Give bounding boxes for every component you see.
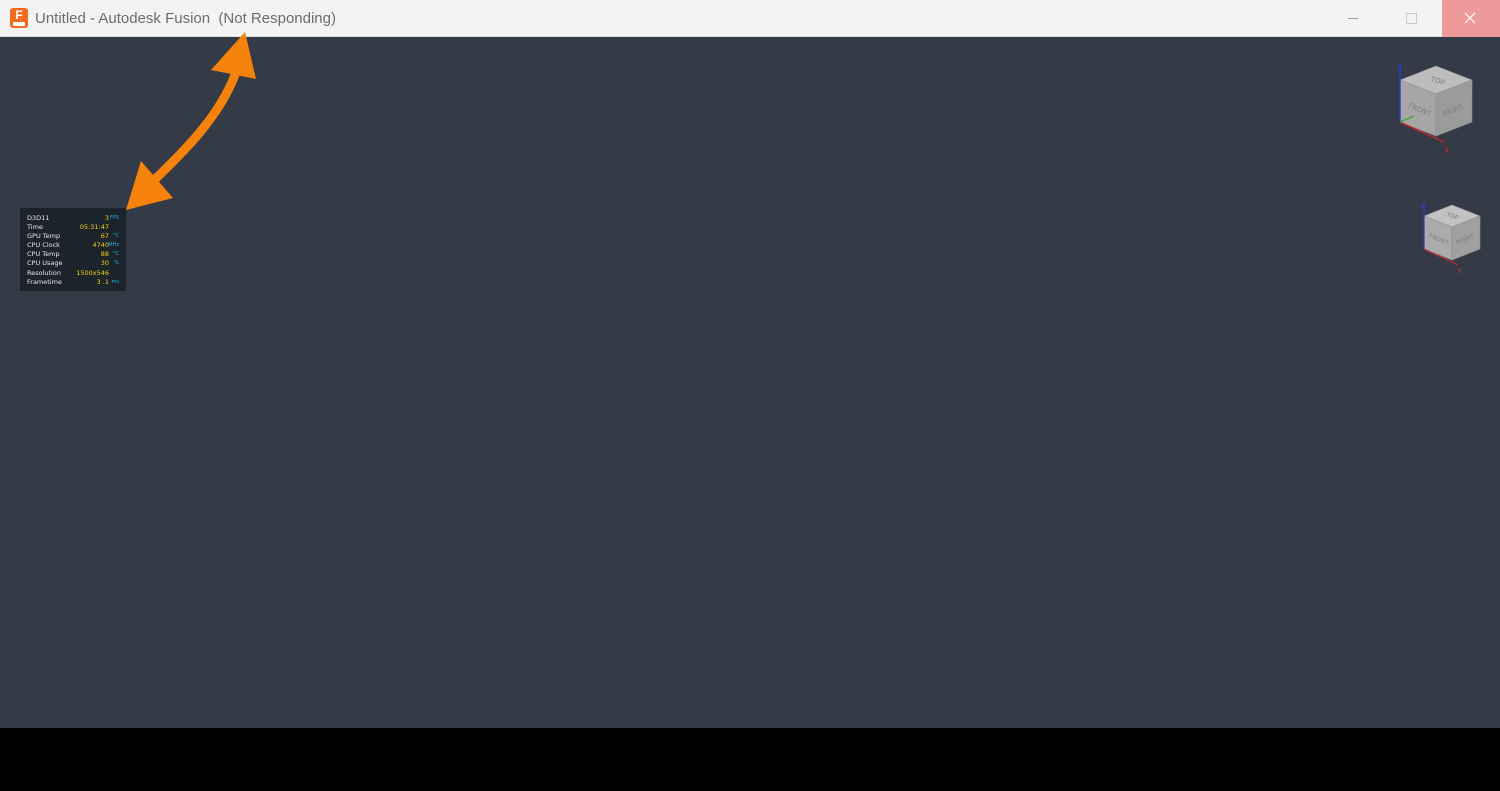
fusion-window: F Untitled - Autodesk Fusion (Not Respon…: [0, 0, 1500, 728]
close-button[interactable]: [1442, 0, 1500, 37]
arrow-shaft: [143, 61, 243, 191]
osd-label: CPU Usage: [27, 259, 63, 268]
taskbar-area: [0, 728, 1500, 791]
osd-row: Frametime 3 .1 ms: [27, 278, 121, 287]
double-arrow-annotation: [126, 32, 256, 210]
viewcube[interactable]: TOP FRONT RIGHT Z X: [1392, 58, 1482, 156]
close-icon: [1464, 12, 1476, 24]
osd-label: Frametime: [27, 277, 62, 286]
x-axis-label: X: [1457, 267, 1462, 274]
osd-row: Resolution 1500x546: [27, 269, 121, 278]
arrow-head-up: [211, 32, 256, 79]
osd-value: 30: [100, 259, 109, 268]
x-axis-label: X: [1444, 146, 1450, 155]
osd-value: 1500x546: [76, 268, 109, 277]
maximize-button[interactable]: [1382, 0, 1440, 37]
minimize-button[interactable]: [1324, 0, 1382, 37]
z-axis-label: Z: [1397, 63, 1403, 72]
osd-unit: ms: [111, 278, 119, 285]
osd-unit: %: [114, 260, 119, 267]
osd-label: Resolution: [27, 268, 61, 277]
osd-value: 3 .1: [96, 277, 109, 286]
minimize-icon: [1348, 18, 1358, 19]
z-axis-label: Z: [1421, 202, 1426, 210]
viewcube-secondary[interactable]: TOP FRONT RIGHT Z X: [1416, 198, 1484, 274]
maximize-icon: [1406, 13, 1417, 24]
osd-row: CPU Usage 30 %: [27, 259, 121, 268]
